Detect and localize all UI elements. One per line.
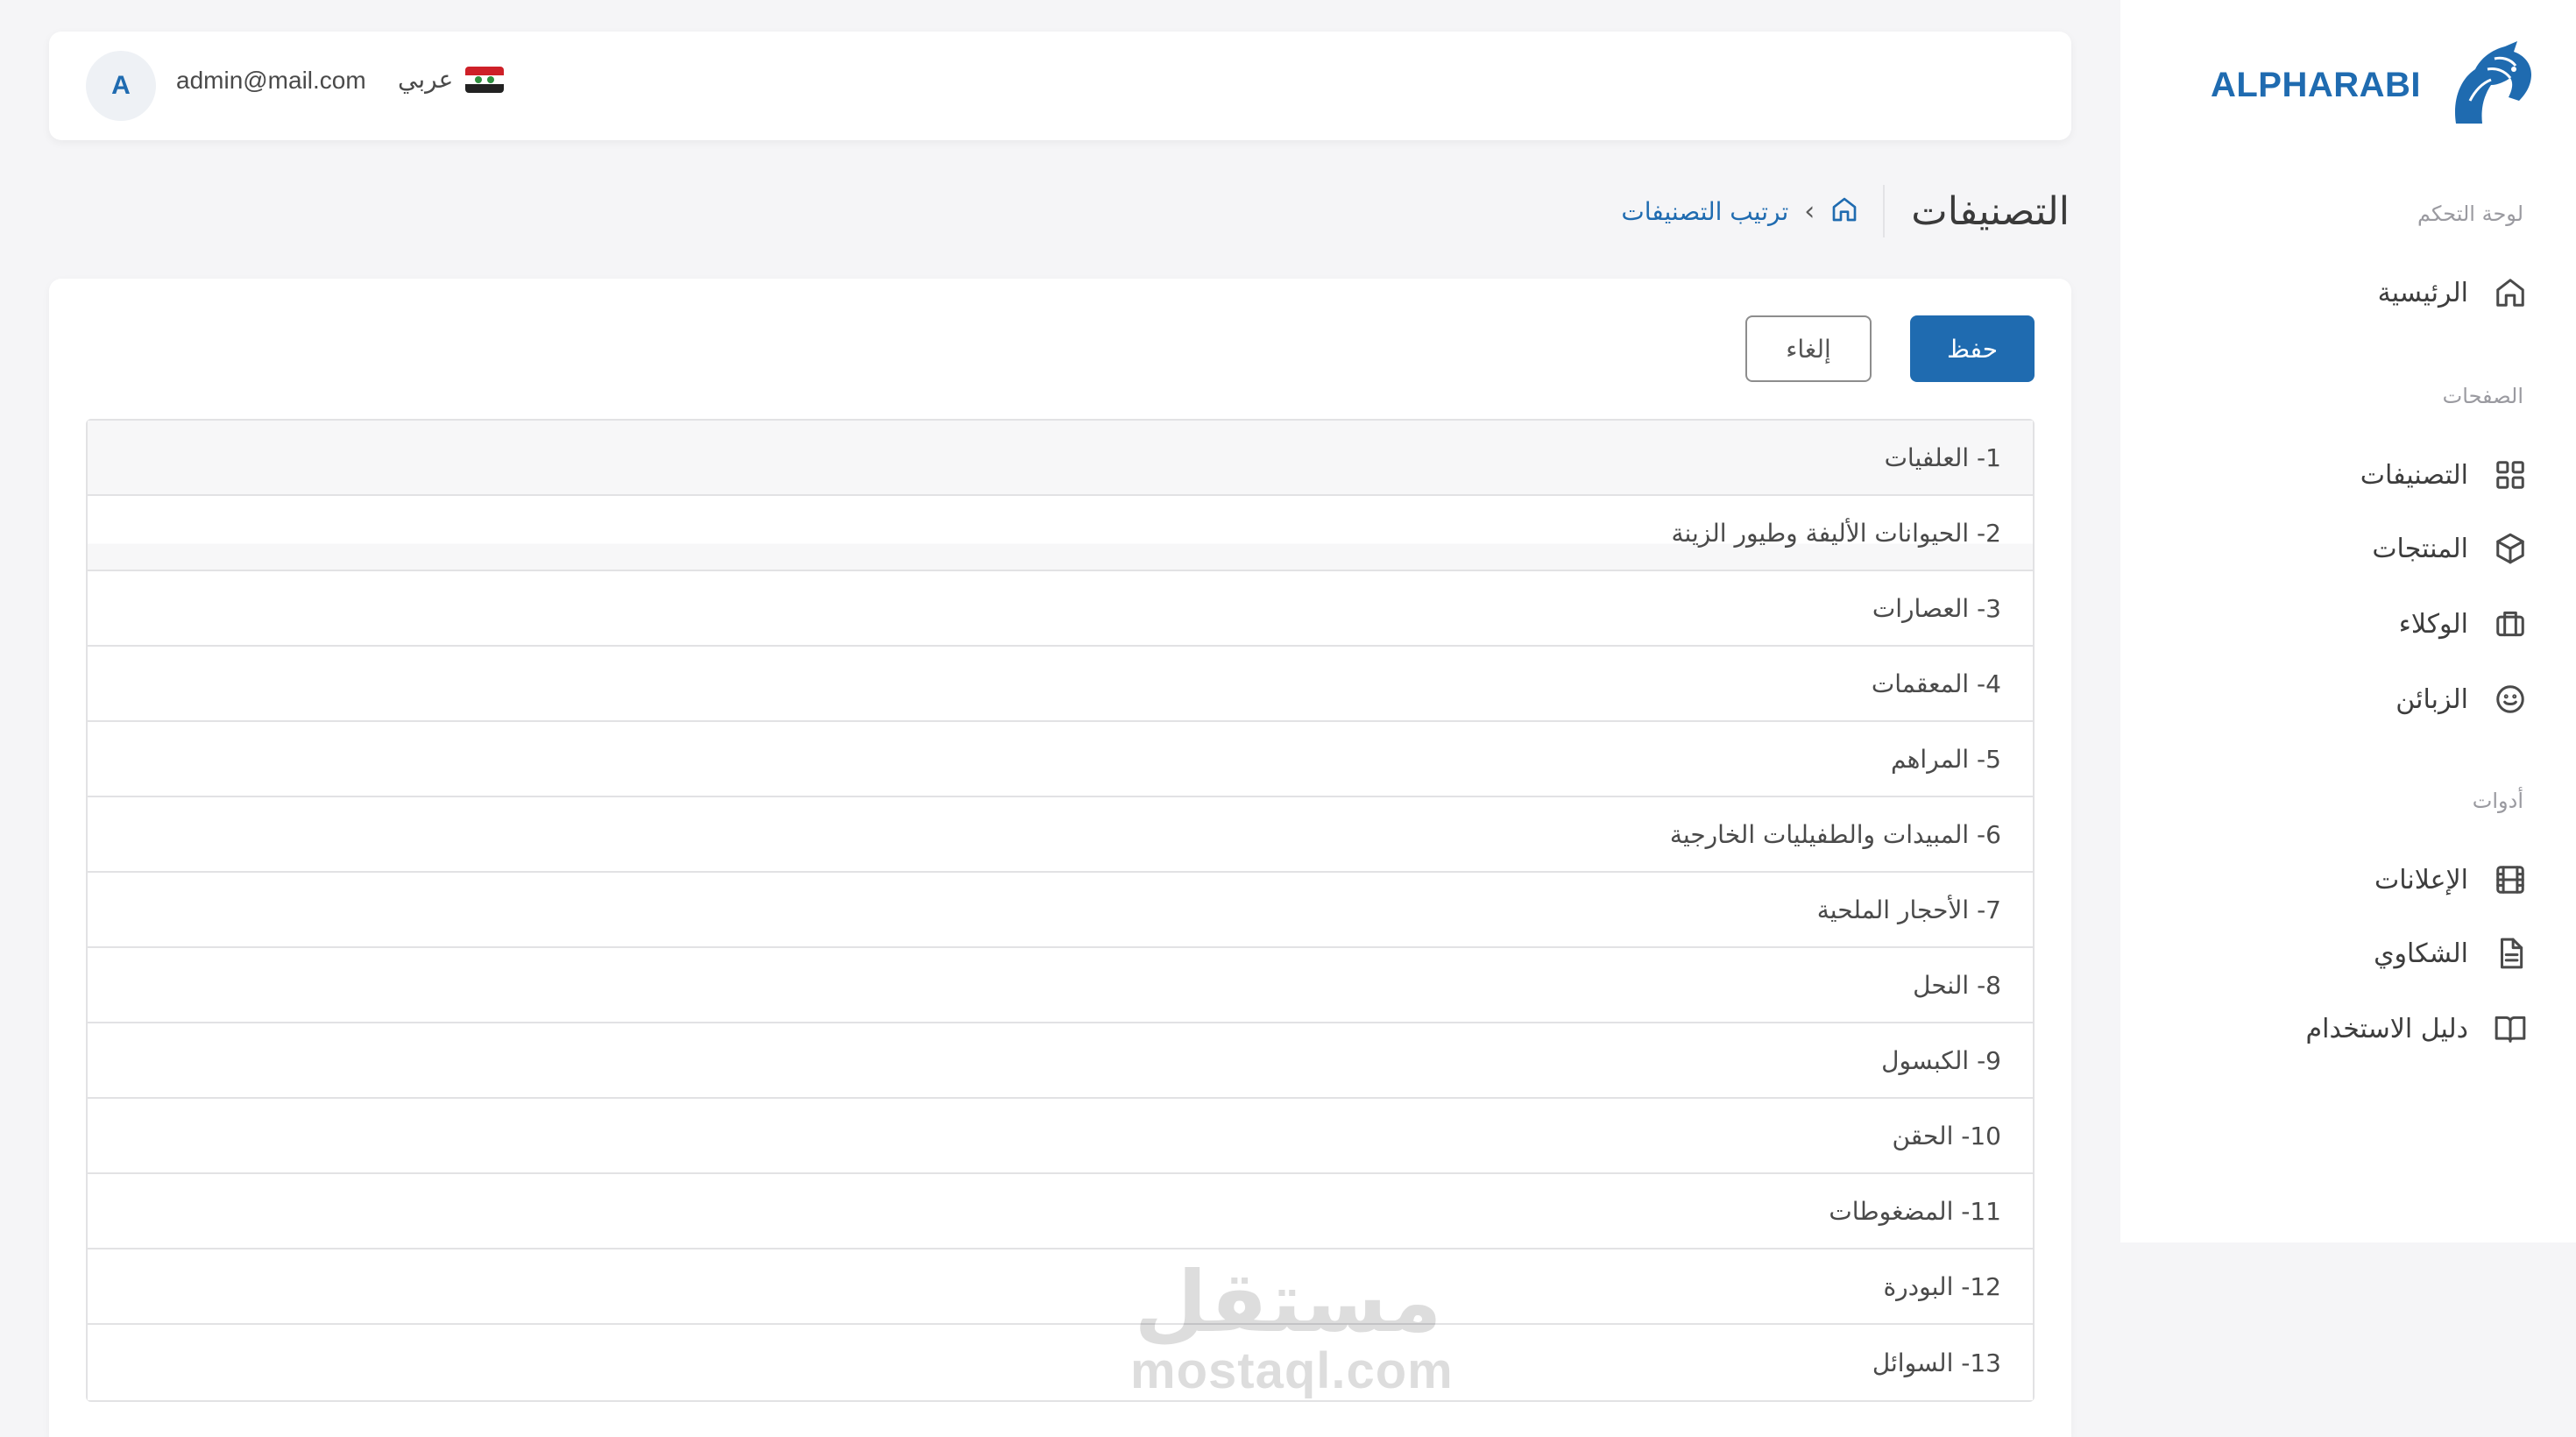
document-icon [2493,936,2528,971]
grid-icon [2493,457,2528,492]
home-icon[interactable] [1830,195,1858,227]
sidebar-item-agents[interactable]: الوكلاء [2399,598,2528,650]
sidebar-item-label: الوكلاء [2398,608,2468,640]
horse-logo-icon [2440,39,2537,131]
page-header: التصنيفات › ترتيب التصنيفات [1621,175,2070,247]
list-item[interactable]: 7- الأحجار الملحية [88,873,2033,948]
breadcrumb: › ترتيب التصنيفات [1621,195,1883,227]
header-divider [1883,185,1886,237]
syria-flag-icon [465,66,505,93]
language-label: عربي [398,65,454,94]
sidebar-item-home[interactable]: الرئيسية [2378,266,2528,319]
cancel-button[interactable]: إلغاء [1745,315,1872,382]
sidebar-item-complaints[interactable]: الشكاوي [2374,927,2528,980]
list-item[interactable]: 4- المعقمات [88,647,2033,722]
category-order-card: إلغاء حفظ 1- العلفيات 2- الحيوانات الأليف… [49,279,2071,1437]
breadcrumb-current[interactable]: ترتيب التصنيفات [1621,197,1788,226]
list-item[interactable]: 6- المبيدات والطفيليات الخارجية [88,797,2033,873]
list-item[interactable]: 3- العصارات [88,571,2033,647]
user-email[interactable]: admin@mail.com [176,67,366,95]
sidebar-item-label: الشكاوي [2374,938,2468,969]
sidebar-item-user-guide[interactable]: دليل الاستخدام [2306,1002,2528,1055]
brand-name: ALPHARABI [2210,65,2421,104]
sidebar-item-label: المنتجات [2372,533,2468,564]
sidebar-item-label: التصنيفات [2360,459,2468,491]
save-button[interactable]: حفظ [1910,315,2035,382]
sidebar-item-products[interactable]: المنتجات [2372,522,2528,575]
sidebar: ALPHARABI لوحة التحكم الرئيسية الصفحات ا… [2120,0,2576,1242]
sidebar-item-customers[interactable]: الزبائن [2396,673,2528,726]
sidebar-item-categories[interactable]: التصنيفات [2360,449,2528,501]
film-icon [2493,862,2528,897]
box-icon [2493,531,2528,566]
list-item[interactable]: 11- المضغوطات [88,1174,2033,1249]
sidebar-item-label: دليل الاستخدام [2305,1013,2468,1044]
sidebar-item-label: الزبائن [2396,683,2468,715]
nav-section-title-pages: الصفحات [2442,384,2523,408]
nav-section-title-tools: أدوات [2472,789,2523,813]
list-item[interactable]: 13- السوائل [88,1325,2033,1400]
list-item[interactable]: 8- النحل [88,948,2033,1023]
book-icon [2493,1011,2528,1046]
topbar: A admin@mail.com عربي [49,32,2071,140]
list-item[interactable]: 12- البودرة [88,1249,2033,1325]
breadcrumb-separator: › [1804,195,1815,227]
home-icon [2493,275,2528,310]
sidebar-item-label: الرئيسية [2377,277,2468,308]
smile-icon [2493,682,2528,717]
brand[interactable]: ALPHARABI [2211,39,2537,131]
sortable-category-list: 1- العلفيات 2- الحيوانات الأليفة وطيور ال… [86,419,2035,1402]
sidebar-item-label: الإعلانات [2374,864,2468,895]
list-item[interactable]: 1- العلفيات [88,421,2033,496]
language-switcher[interactable]: عربي [398,65,505,94]
list-item[interactable]: 2- الحيوانات الأليفة وطيور الزينة [88,496,2033,571]
sidebar-item-ads[interactable]: الإعلانات [2374,853,2528,906]
list-item[interactable]: 9- الكبسول [88,1023,2033,1099]
briefcase-icon [2493,606,2528,641]
nav-section-title-dashboard: لوحة التحكم [2417,202,2523,226]
list-item[interactable]: 5- المراهم [88,722,2033,797]
avatar[interactable]: A [86,51,156,121]
list-item[interactable]: 10- الحقن [88,1099,2033,1174]
page-title: التصنيفات [1911,188,2070,234]
